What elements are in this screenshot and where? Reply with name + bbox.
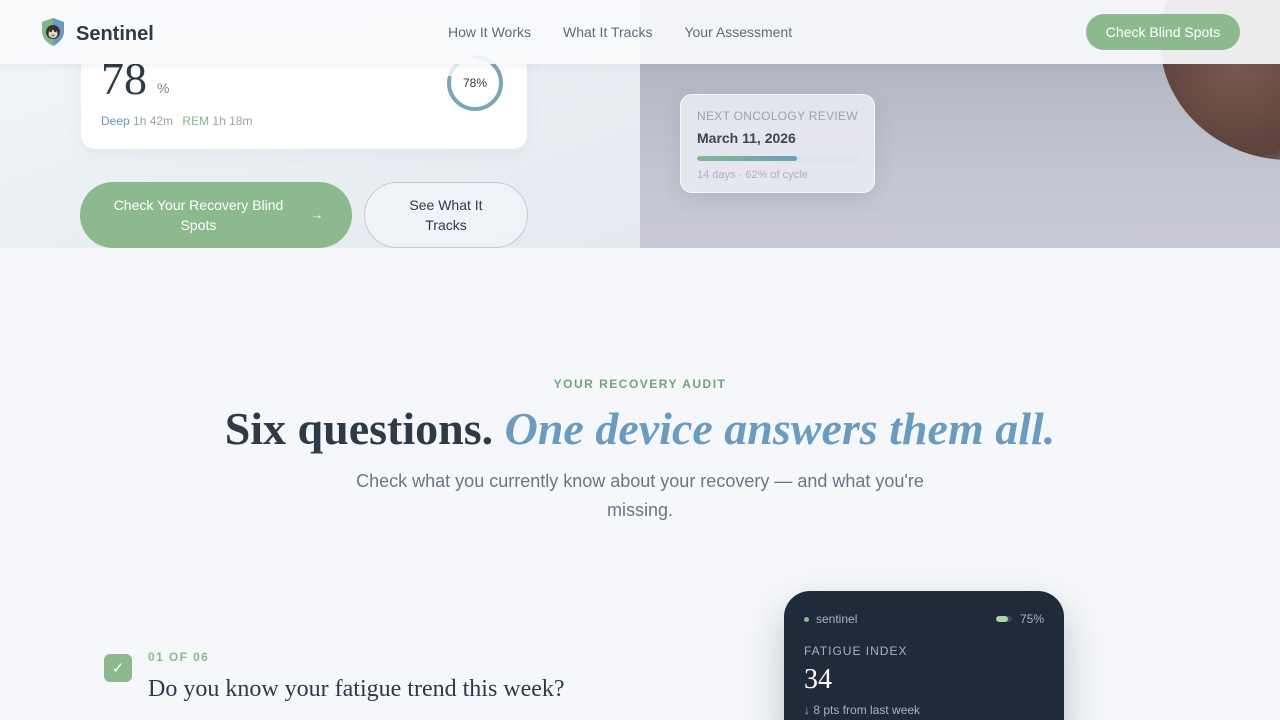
review-days: 14 days xyxy=(697,169,736,181)
device-battery: 75% xyxy=(995,612,1044,626)
fatigue-index-value: 34 xyxy=(804,664,832,695)
oncology-review-card: NEXT ONCOLOGY REVIEW March 11, 2026 14 d… xyxy=(680,94,875,193)
section-subhead: Check what you currently know about your… xyxy=(356,471,924,520)
brand-logo[interactable]: Sentinel xyxy=(40,17,154,52)
nav-links: How It Works What It Tracks Your Assessm… xyxy=(448,24,792,40)
section-eyebrow: YOUR RECOVERY AUDIT xyxy=(553,377,727,391)
rem-label: REM xyxy=(182,114,210,128)
question-text: Do you know your fatigue trend this week… xyxy=(148,676,565,702)
headline-plain: Six questions. xyxy=(224,403,494,454)
nav-link-your-assessment[interactable]: Your Assessment xyxy=(684,24,792,40)
nav-link-what-it-tracks[interactable]: What It Tracks xyxy=(563,24,652,40)
shield-monkey-icon xyxy=(40,17,66,52)
rem-value: 1h 18m xyxy=(212,114,253,128)
battery-icon xyxy=(995,616,1012,622)
deep-value: 1h 42m xyxy=(133,114,174,128)
review-date: March 11, 2026 xyxy=(697,130,796,146)
review-label: NEXT ONCOLOGY REVIEW xyxy=(697,109,858,123)
status-dot-icon xyxy=(804,616,809,622)
section-headline: Six questions. One device answers them a… xyxy=(0,401,1280,457)
review-separator: · xyxy=(738,169,743,181)
fatigue-index-delta: ↓ 8 pts from last week xyxy=(804,703,921,717)
review-progress-bar xyxy=(697,156,859,161)
device-brand-name: sentinel xyxy=(816,612,858,626)
arrow-right-icon: → xyxy=(310,207,324,222)
deep-label: Deep xyxy=(101,114,130,128)
check-recovery-blind-spots-label: Check Your Recovery Blind Spots xyxy=(113,197,284,233)
recovery-audit-section: YOUR RECOVERY AUDIT Six questions. One d… xyxy=(0,248,1280,720)
sentinel-device-preview: sentinel 75% FATIGUE INDEX 34 ↓ 8 pts fr… xyxy=(784,591,1064,720)
brand-name: Sentinel xyxy=(76,23,154,45)
checkbox-checked-icon[interactable]: ✓ xyxy=(104,654,132,682)
battery-percent: 75% xyxy=(1019,612,1044,626)
nav-link-how-it-works[interactable]: How It Works xyxy=(448,24,531,40)
see-what-it-tracks-label: See What It Tracks xyxy=(409,197,483,233)
check-recovery-blind-spots-button[interactable]: Check Your Recovery Blind Spots → xyxy=(80,182,352,248)
question-index: 01 OF 06 xyxy=(148,650,210,664)
sleep-stage-stats: Deep 1h 42m REM 1h 18m xyxy=(101,114,252,128)
device-status-bar: sentinel 75% xyxy=(804,612,1044,626)
check-blind-spots-button[interactable]: Check Blind Spots xyxy=(1086,14,1240,50)
top-nav: Sentinel How It Works What It Tracks You… xyxy=(0,0,1280,64)
review-meta: 14 days · 62% of cycle xyxy=(697,169,858,181)
fatigue-index-label: FATIGUE INDEX xyxy=(804,644,908,658)
review-progress-fill xyxy=(697,156,798,161)
headline-accent: One device answers them all. xyxy=(504,403,1056,454)
see-what-it-tracks-button[interactable]: See What It Tracks xyxy=(364,182,528,248)
device-brand: sentinel xyxy=(804,612,857,626)
review-cycle: 62% of cycle xyxy=(745,169,808,181)
sleep-score-unit: % xyxy=(157,80,170,96)
